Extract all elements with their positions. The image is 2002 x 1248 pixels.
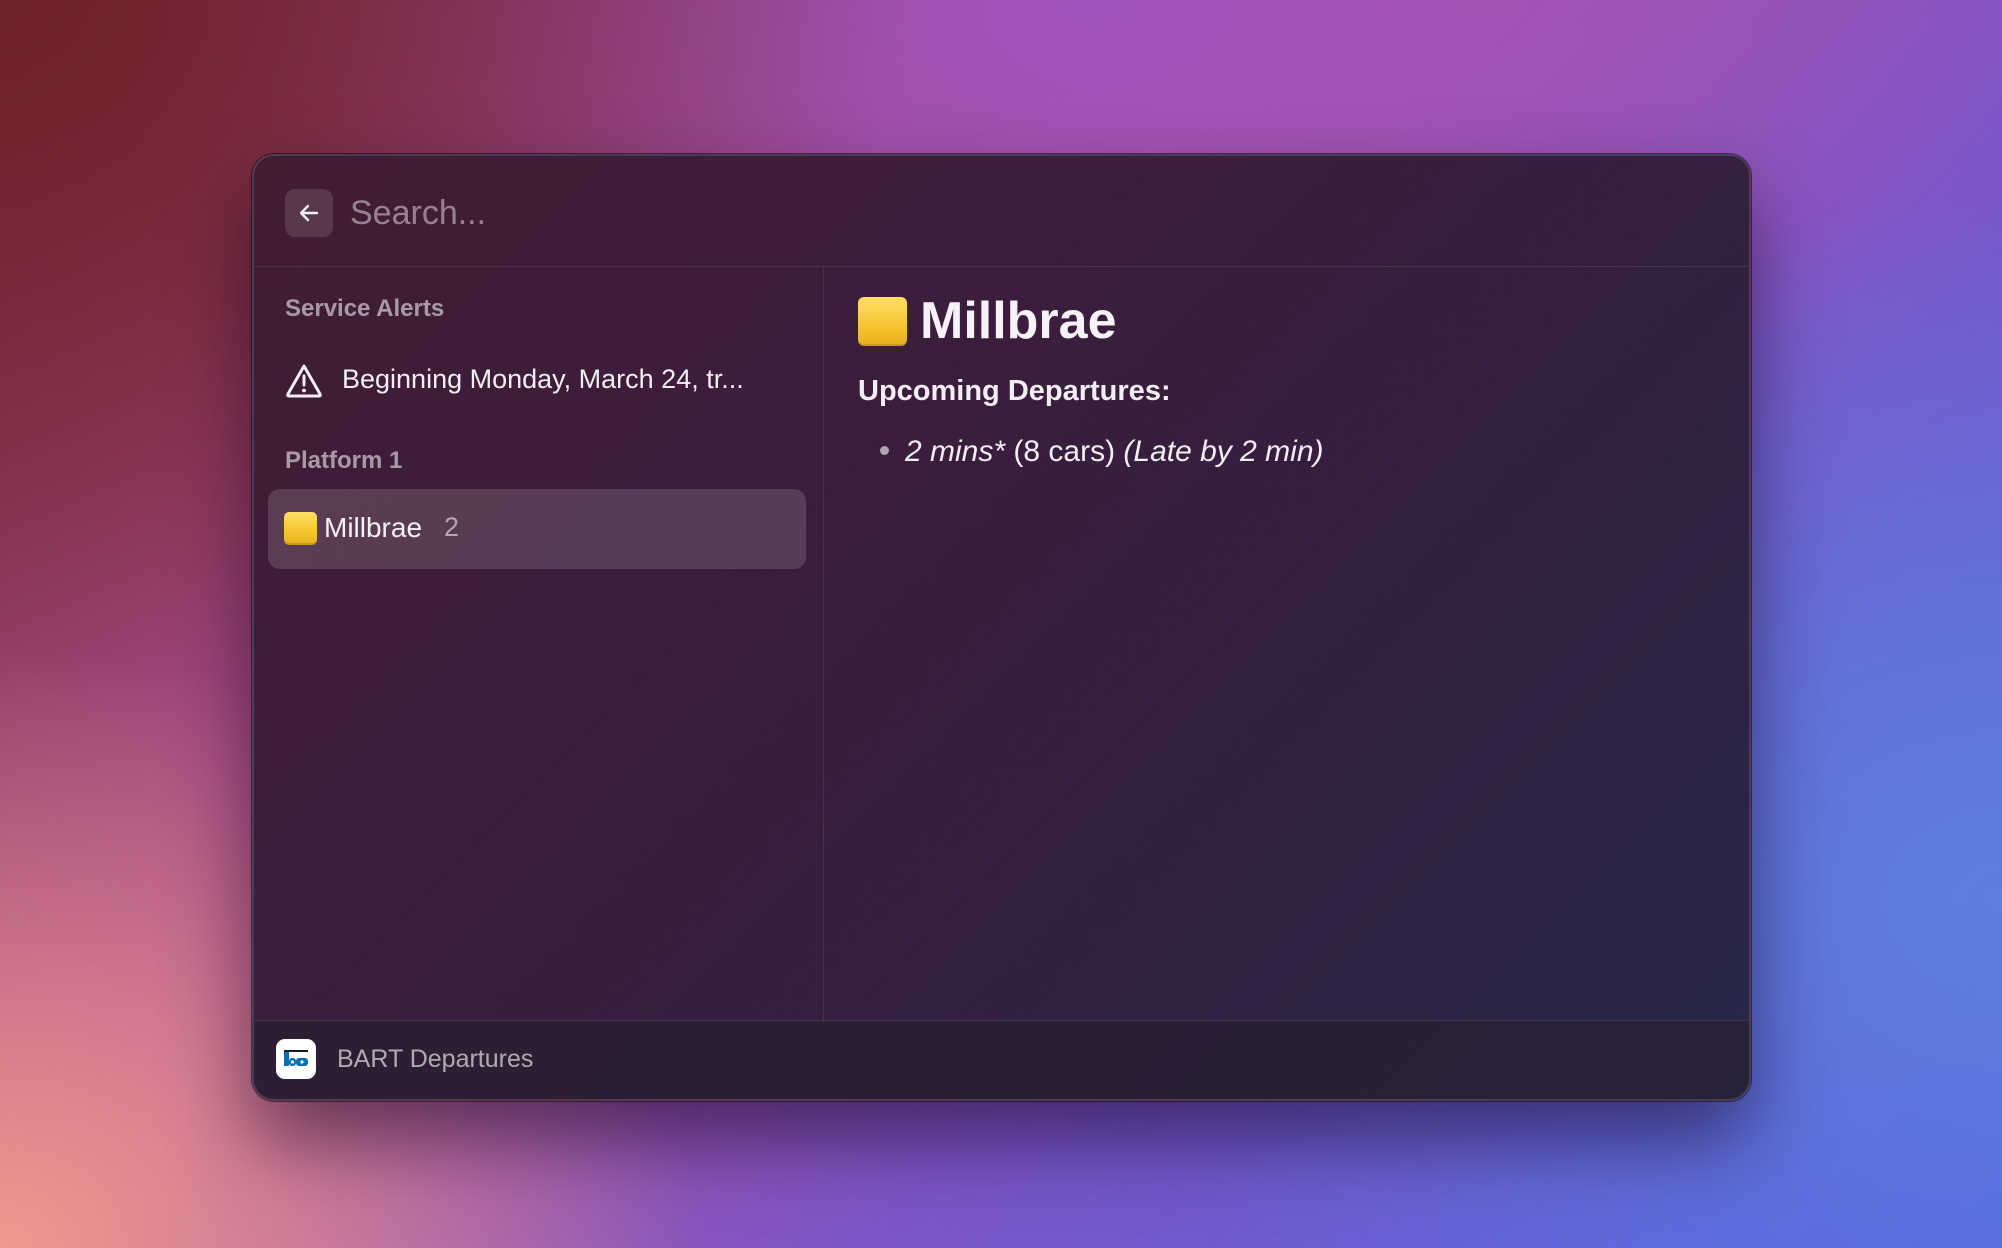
back-button[interactable] <box>285 189 333 237</box>
list-item-label: Beginning Monday, March 24, tr... <box>342 364 744 394</box>
section-title-service-alerts: Service Alerts <box>285 295 445 322</box>
list-item-millbrae[interactable]: Millbrae 2 <box>268 489 806 569</box>
departure-cars: (8 cars) <box>1013 435 1116 468</box>
bullet-icon <box>880 445 889 455</box>
search-input[interactable] <box>348 186 1552 240</box>
search-bar <box>254 156 1749 267</box>
list-item-service-alert[interactable]: Beginning Monday, March 24, tr... <box>268 344 806 418</box>
departure-time: 2 mins* <box>905 435 1006 468</box>
warning-triangle-icon <box>286 364 322 398</box>
detail-title: Millbrae <box>920 292 1117 350</box>
section-title-platform-1: Platform 1 <box>285 447 403 474</box>
detail-subtitle: Upcoming Departures: <box>858 375 1171 407</box>
launcher-window: Service Alerts Beginning Monday, March 2… <box>252 154 1751 1101</box>
departure-item: 2 mins* (8 cars) (Late by 2 min) <box>858 435 1324 469</box>
detail-pane: Millbrae Upcoming Departures: 2 mins* (8… <box>824 267 1749 1023</box>
results-list: Service Alerts Beginning Monday, March 2… <box>254 267 824 1023</box>
action-bar: BART Departures <box>254 1020 1749 1099</box>
yellow-square-icon <box>284 512 317 545</box>
departure-status: (Late by 2 min) <box>1123 435 1324 468</box>
list-item-count: 2 <box>444 512 460 542</box>
list-item-label: Millbrae <box>324 512 423 543</box>
yellow-square-icon <box>858 297 907 346</box>
arrow-left-icon <box>299 204 319 222</box>
app-name: BART Departures <box>337 1045 534 1073</box>
bart-logo-icon <box>276 1039 316 1079</box>
